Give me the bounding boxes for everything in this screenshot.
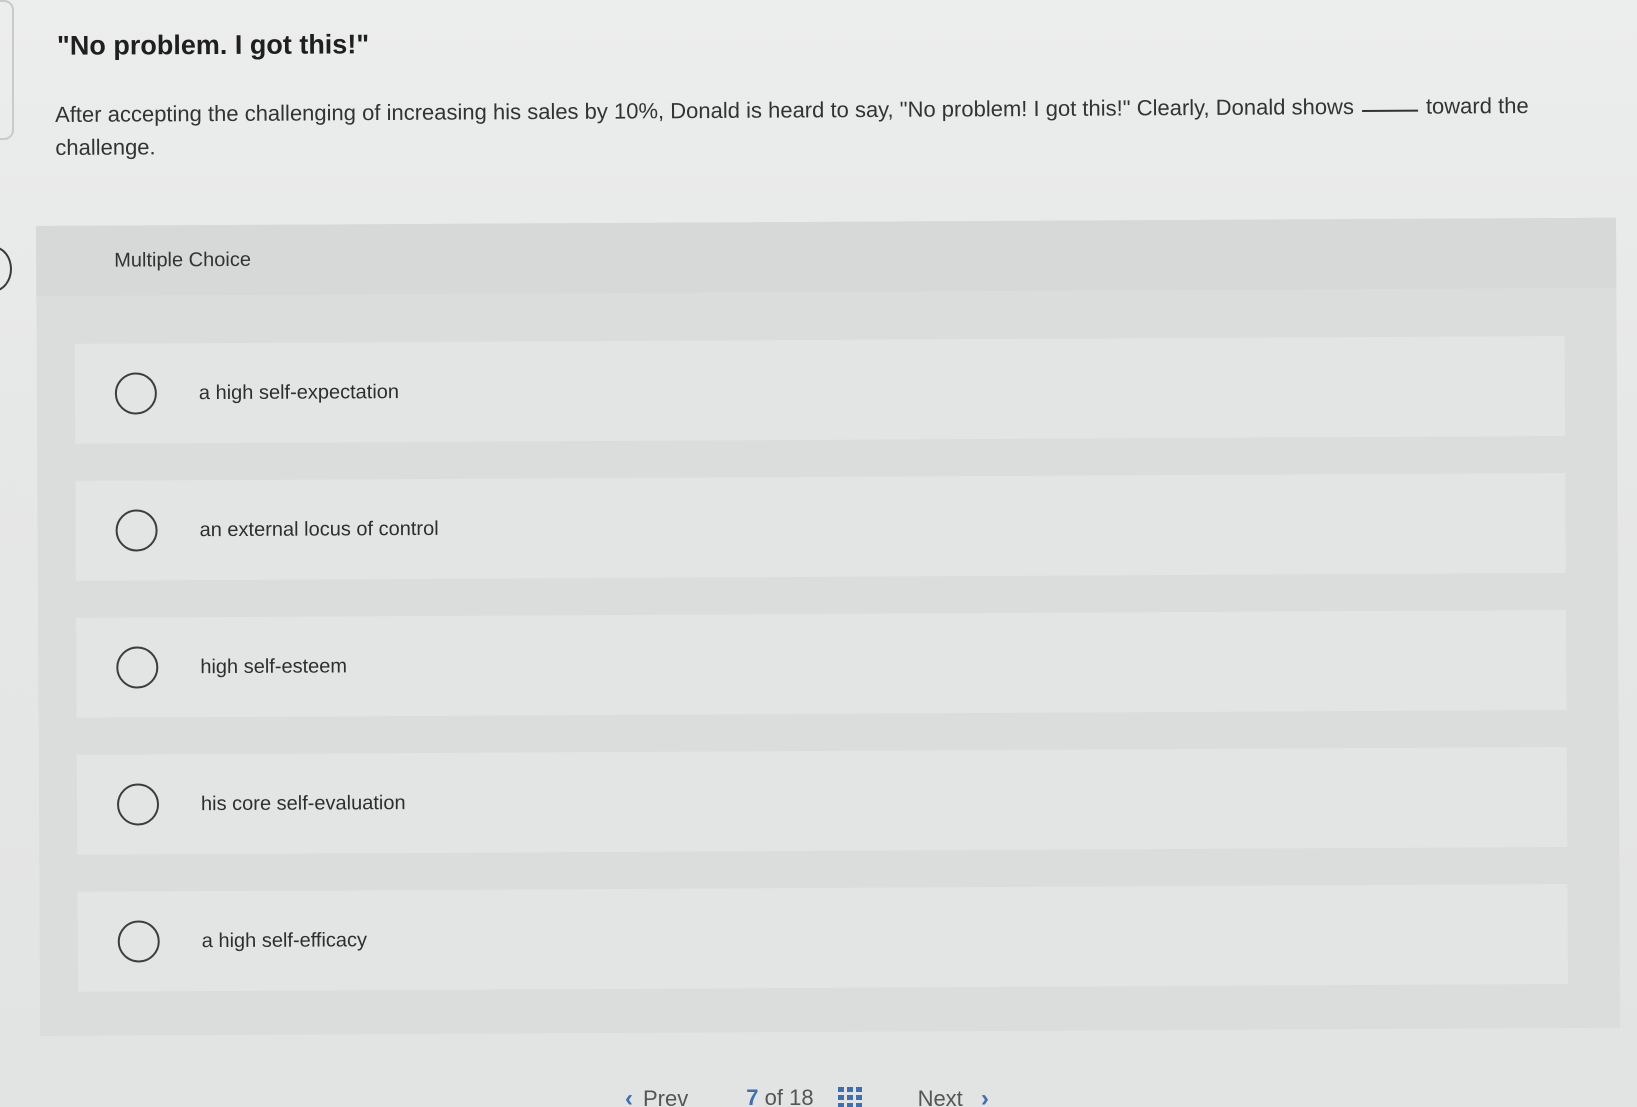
current-question-number: 7 [746,1085,759,1107]
answer-option-label[interactable]: a high self-expectation [199,381,399,405]
radio-button[interactable] [116,783,160,826]
radio-button[interactable] [117,920,160,963]
next-label: Next [917,1086,963,1107]
answer-options: a high self-expectation an external locu… [74,335,1569,1029]
answer-blank [1361,109,1418,113]
prev-button[interactable]: ‹ Prev [625,1085,688,1107]
answer-option-3[interactable]: high self-esteem [76,609,1567,718]
answer-option-4[interactable]: his core self-evaluation [76,746,1568,855]
question-prompt: After accepting the challenging of incre… [55,89,1595,164]
answer-option-label[interactable]: high self-esteem [200,655,347,679]
question-counter[interactable]: 7 of 18 [746,1085,813,1107]
prev-label: Prev [643,1086,689,1107]
multiple-choice-label: Multiple Choice [114,248,251,272]
answer-option-5[interactable]: a high self-efficacy [77,883,1568,992]
question-pager: ‹ Prev 7 of 18 Next › [625,1085,1055,1107]
side-indicator [0,246,12,292]
radio-button[interactable] [115,509,158,552]
radio-button[interactable] [116,646,159,689]
grid-icon[interactable] [837,1087,862,1107]
answer-option-2[interactable]: an external locus of control [75,472,1566,581]
answer-option-1[interactable]: a high self-expectation [74,335,1566,444]
question-total: of 18 [764,1085,814,1107]
multiple-choice-header: Multiple Choice [36,217,1617,296]
chevron-left-icon: ‹ [625,1085,633,1107]
question-title: "No problem. I got this!" [56,29,370,61]
next-button[interactable]: Next › [918,1085,989,1107]
multiple-choice-card: Multiple Choice a high self-expectation … [36,217,1621,1036]
chevron-right-icon: › [980,1085,989,1107]
answer-option-label[interactable]: his core self-evaluation [201,792,406,816]
answer-option-label[interactable]: an external locus of control [200,517,439,541]
answer-option-label[interactable]: a high self-efficacy [202,929,367,953]
left-panel-edge [0,0,14,140]
question-text-before-blank: After accepting the challenging of incre… [55,94,1354,127]
radio-button[interactable] [114,372,157,415]
